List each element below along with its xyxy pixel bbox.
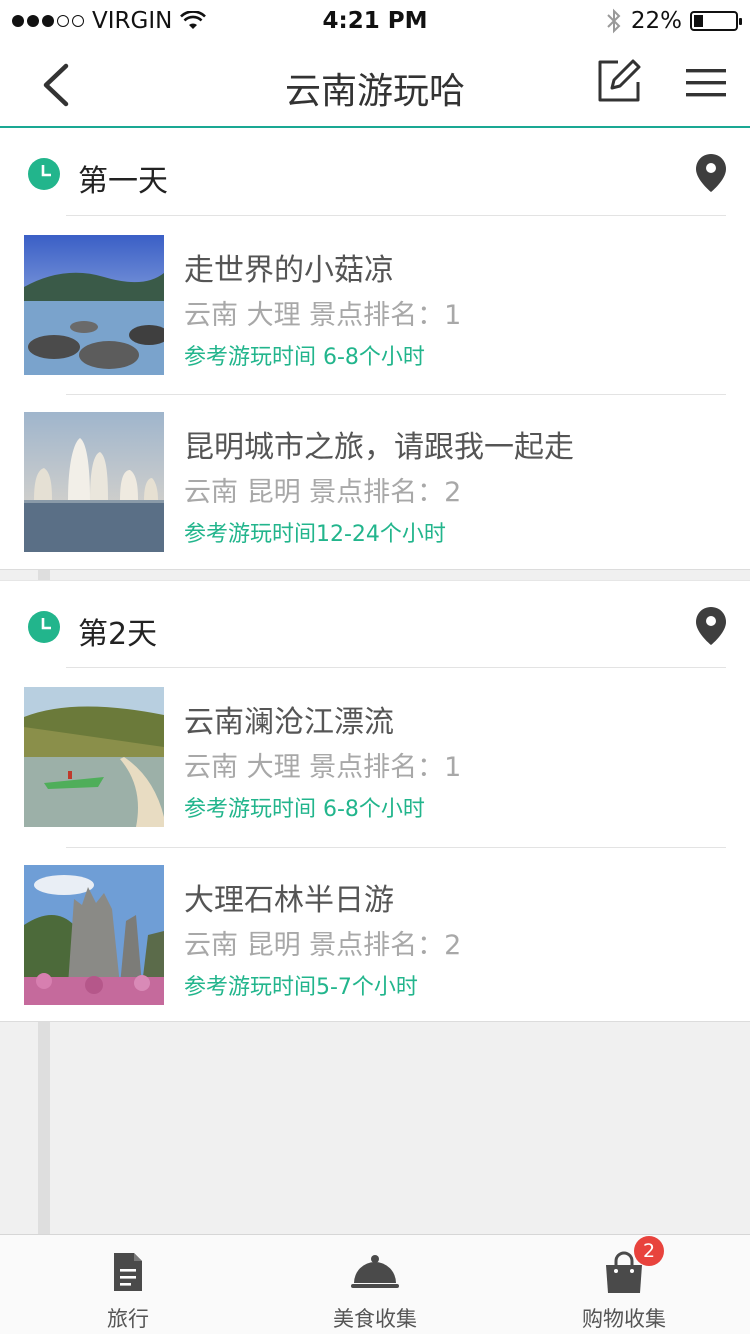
lake-photo xyxy=(24,235,164,375)
divider xyxy=(66,394,726,395)
day-label: 第2天 xyxy=(78,617,158,652)
day-header[interactable]: 第2天 xyxy=(0,581,750,669)
tab-label: 美食收集 xyxy=(333,1307,417,1331)
day-header[interactable]: 第一天 xyxy=(0,128,750,216)
list-item[interactable]: 大理石林半日游 云南 昆明 景点排名：2 参考游玩时间5-7个小时 xyxy=(0,865,750,1005)
location-pin-icon[interactable] xyxy=(694,152,728,194)
tab-food[interactable]: 美食收集 xyxy=(250,1235,500,1334)
cart-badge: 2 xyxy=(634,1236,664,1266)
list-item[interactable]: 云南澜沧江漂流 云南 大理 景点排名：1 参考游玩时间 6-8个小时 xyxy=(0,687,750,827)
day-section: 第2天 云南澜沧江漂流 云南 大理 景点排名：1 参考游玩时间 6-8个小时 大… xyxy=(0,580,750,1022)
item-location-rank: 云南 昆明 景点排名：2 xyxy=(184,930,462,961)
stone-forest-photo xyxy=(24,865,164,1005)
item-duration: 参考游玩时间12-24个小时 xyxy=(184,522,446,547)
item-location-rank: 云南 大理 景点排名：1 xyxy=(184,300,462,331)
tab-shopping[interactable]: 购物收集 xyxy=(499,1235,749,1334)
document-icon xyxy=(114,1253,142,1291)
location-pin-icon[interactable] xyxy=(694,605,728,647)
item-duration: 参考游玩时间 6-8个小时 xyxy=(184,345,425,370)
navigation-bar: 云南游玩哈 xyxy=(0,42,750,128)
clock-icon xyxy=(28,611,60,643)
list-item[interactable]: 昆明城市之旅，请跟我一起走 云南 昆明 景点排名：2 参考游玩时间12-24个小… xyxy=(0,412,750,552)
day-section: 第一天 走世界的小菇凉 云南 大理 景点排名：1 参考游玩时间 6-8个小时 昆… xyxy=(0,128,750,570)
divider xyxy=(66,667,726,668)
list-item[interactable]: 走世界的小菇凉 云南 大理 景点排名：1 参考游玩时间 6-8个小时 xyxy=(0,235,750,375)
day-label: 第一天 xyxy=(78,164,168,199)
river-photo xyxy=(24,687,164,827)
tab-travel[interactable]: 旅行 xyxy=(3,1235,253,1334)
tab-label: 旅行 xyxy=(107,1307,149,1331)
divider xyxy=(66,215,726,216)
city-photo xyxy=(24,412,164,552)
battery-percent: 22% xyxy=(630,8,682,34)
item-location-rank: 云南 大理 景点排名：1 xyxy=(184,752,462,783)
bluetooth-icon xyxy=(607,8,621,34)
status-bar: VIRGIN 4:21 PM 22% xyxy=(0,0,750,42)
edit-icon[interactable] xyxy=(596,58,642,104)
item-title: 昆明城市之旅，请跟我一起走 xyxy=(184,430,574,465)
hamburger-menu-icon[interactable] xyxy=(684,66,728,100)
clock-icon xyxy=(28,158,60,190)
item-title: 大理石林半日游 xyxy=(184,883,394,918)
item-duration: 参考游玩时间5-7个小时 xyxy=(184,975,418,1000)
battery-icon xyxy=(690,11,742,31)
item-location-rank: 云南 昆明 景点排名：2 xyxy=(184,477,462,508)
item-title: 走世界的小菇凉 xyxy=(184,253,394,288)
food-cloche-icon xyxy=(351,1255,399,1288)
item-title: 云南澜沧江漂流 xyxy=(184,705,394,740)
tab-label: 购物收集 xyxy=(582,1307,666,1331)
item-duration: 参考游玩时间 6-8个小时 xyxy=(184,797,425,822)
divider xyxy=(66,847,726,848)
status-right: 22% xyxy=(605,8,742,34)
